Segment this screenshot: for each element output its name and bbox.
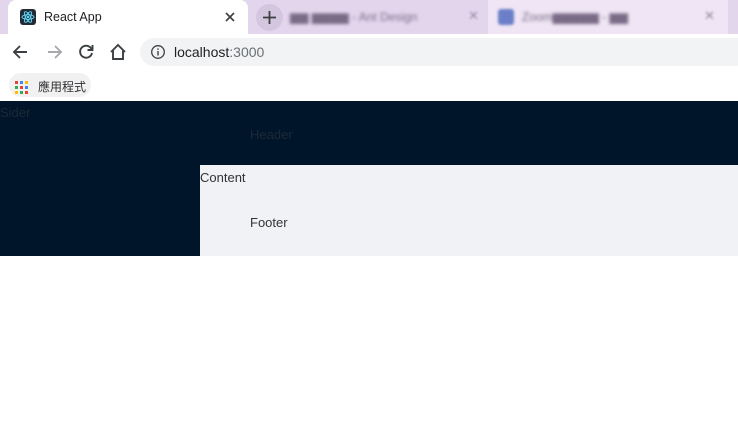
tab-close-icon[interactable] — [222, 9, 238, 25]
zoom-icon — [498, 9, 514, 25]
react-icon — [20, 9, 36, 25]
content-text: Content — [200, 170, 246, 185]
forward-arrow-icon[interactable] — [43, 41, 65, 63]
apps-grid-icon — [15, 79, 28, 94]
url-text: localhost:3000 — [174, 44, 264, 60]
sider-text: Sider — [0, 105, 31, 120]
reload-icon[interactable] — [75, 41, 97, 63]
header-text: Header — [250, 127, 293, 142]
apps-bookmark[interactable]: 應用程式 — [9, 73, 91, 97]
tab-background-zoom[interactable]: Zoom▆▆▆▆▆ - ▆▆ ✕ — [488, 0, 728, 34]
layout-content: Content Footer — [200, 165, 738, 256]
url-port: :3000 — [229, 44, 265, 60]
tab-title-blurred: ▆▆ ▆▆▆▆ - Ant Design — [290, 10, 418, 24]
tab-close-icon[interactable]: ✕ — [704, 9, 715, 24]
apps-label: 應用程式 — [38, 80, 87, 94]
layout-sider: Sider — [0, 101, 200, 256]
browser-toolbar: localhost:3000 — [0, 34, 738, 70]
tab-react-app[interactable]: React App — [8, 0, 248, 34]
home-icon[interactable] — [107, 41, 129, 63]
tab-title: React App — [44, 10, 102, 24]
tab-background-antd[interactable]: ▆▆ ▆▆▆▆ - Ant Design ✕ — [284, 0, 494, 34]
footer-text: Footer — [250, 215, 288, 230]
tab-strip: React App ▆▆ ▆▆▆▆ - Ant Design ✕ Zoom▆▆▆… — [0, 0, 738, 34]
new-tab-button[interactable] — [256, 4, 283, 31]
url-host: localhost — [174, 44, 230, 60]
address-bar[interactable]: localhost:3000 — [140, 38, 738, 66]
site-info-icon[interactable] — [150, 44, 166, 60]
tab-title-blurred: Zoom▆▆▆▆▆ - ▆▆ — [522, 10, 628, 24]
layout-header: Header — [200, 101, 738, 165]
bookmarks-bar: 應用程式 — [0, 70, 738, 100]
tab-close-icon[interactable]: ✕ — [468, 9, 479, 24]
back-arrow-icon[interactable] — [10, 41, 32, 63]
page-viewport: Sider Header Content Footer — [0, 101, 738, 433]
